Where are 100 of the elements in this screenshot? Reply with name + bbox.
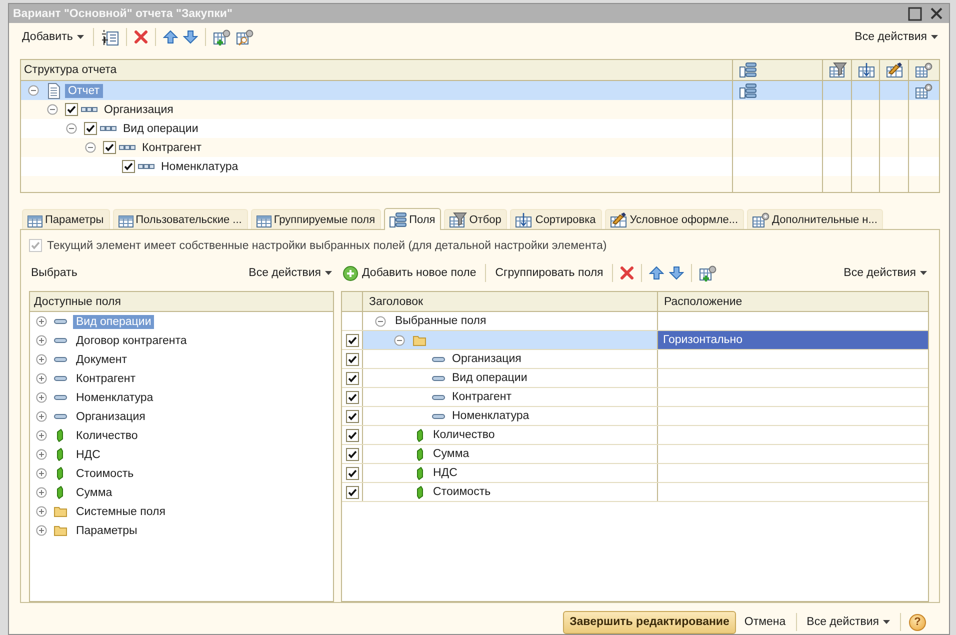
- column-header: Заголовок: [369, 296, 424, 308]
- collapse-icon[interactable]: [66, 123, 77, 134]
- tree-item[interactable]: Контрагент: [139, 140, 204, 154]
- collapse-icon[interactable]: [28, 85, 39, 96]
- all-actions-button[interactable]: Все действия: [852, 29, 940, 45]
- placement-cell[interactable]: Горизонтально: [658, 331, 928, 349]
- checkbox[interactable]: [346, 410, 358, 422]
- expand-icon[interactable]: [36, 449, 47, 460]
- tab[interactable]: Отбор: [444, 209, 508, 229]
- down-arrow-icon[interactable]: [669, 266, 684, 280]
- table-brush-icon: [610, 212, 628, 228]
- expand-icon[interactable]: [36, 392, 47, 403]
- tab[interactable]: Дополнительные н...: [747, 209, 884, 229]
- plus-icon: [343, 266, 358, 280]
- field-item[interactable]: Договор контрагента: [73, 334, 190, 348]
- field-icon: [432, 356, 445, 362]
- expand-icon[interactable]: [36, 506, 47, 517]
- field-title: Выбранные поля: [394, 314, 488, 328]
- field-title: Номенклатура: [451, 409, 530, 423]
- expand-icon[interactable]: [36, 468, 47, 479]
- expand-icon[interactable]: [36, 335, 47, 346]
- checkbox[interactable]: [346, 334, 358, 346]
- checkbox-label: Текущий элемент имеет собственные настройки выбранных полей (для детальной настройки элемента): [47, 240, 607, 252]
- field-item[interactable]: Количество: [73, 428, 141, 442]
- tree-item[interactable]: Номенклатура: [158, 160, 242, 174]
- all-actions-button[interactable]: Все действия: [804, 614, 892, 630]
- checkbox[interactable]: [346, 448, 358, 460]
- maximize-icon[interactable]: [908, 6, 922, 20]
- tab[interactable]: Условное оформле...: [604, 209, 744, 229]
- grouping-icon: [81, 106, 98, 112]
- field-item[interactable]: Стоимость: [73, 466, 137, 480]
- help-button[interactable]: ?: [909, 614, 926, 630]
- expand-icon[interactable]: [36, 430, 47, 441]
- tree-item[interactable]: Организация: [101, 102, 176, 116]
- field-item[interactable]: Контрагент: [73, 372, 138, 386]
- window-title: Вариант "Основной" отчета "Закупки": [13, 8, 234, 20]
- folder-icon: [413, 334, 426, 346]
- add-field-button[interactable]: Добавить новое поле: [341, 264, 478, 282]
- tab[interactable]: Параметры: [22, 209, 110, 229]
- tab[interactable]: Пользовательские ...: [112, 209, 248, 229]
- table-gear-icon: [915, 62, 933, 78]
- document-icon: [46, 82, 62, 98]
- table-search-icon[interactable]: [236, 28, 254, 46]
- expand-icon[interactable]: [36, 487, 47, 498]
- checkbox[interactable]: [103, 141, 116, 154]
- field-title: Вид операции: [451, 371, 528, 385]
- collapse-icon[interactable]: [47, 104, 58, 115]
- field-item[interactable]: Системные поля: [73, 504, 168, 518]
- add-table-icon[interactable]: [699, 264, 718, 282]
- checkbox[interactable]: [346, 428, 358, 442]
- down-arrow-icon[interactable]: [182, 30, 198, 44]
- checkbox[interactable]: [346, 352, 358, 366]
- field-item[interactable]: Документ: [73, 352, 130, 366]
- field-icon: [54, 319, 66, 324]
- list-icon: [739, 82, 757, 98]
- expand-icon[interactable]: [36, 525, 47, 536]
- grouping-icon: [119, 144, 136, 150]
- up-arrow-icon[interactable]: [162, 30, 178, 44]
- collapse-icon[interactable]: [85, 142, 96, 153]
- checkbox[interactable]: [346, 466, 358, 480]
- checkbox[interactable]: [84, 122, 97, 135]
- cancel-button[interactable]: Отмена: [742, 614, 788, 630]
- tab[interactable]: Сортировка: [510, 209, 602, 229]
- up-arrow-icon[interactable]: [649, 266, 664, 280]
- collapse-icon[interactable]: [394, 334, 405, 346]
- checkbox[interactable]: [346, 372, 358, 384]
- checkbox[interactable]: [346, 390, 358, 404]
- all-actions-button[interactable]: Все действия: [842, 265, 929, 281]
- all-actions-button[interactable]: Все действия: [246, 265, 334, 281]
- select-button[interactable]: Выбрать: [29, 265, 80, 281]
- field-item[interactable]: Сумма: [73, 486, 116, 500]
- add-button[interactable]: Добавить: [20, 29, 86, 45]
- tab[interactable]: Группируемые поля: [250, 209, 382, 229]
- field-item[interactable]: НДС: [73, 448, 104, 462]
- close-icon[interactable]: [930, 7, 943, 20]
- field-icon: [54, 338, 66, 343]
- caret-icon: [931, 35, 938, 39]
- field-item[interactable]: Организация: [73, 410, 148, 424]
- checkbox[interactable]: [65, 103, 78, 116]
- field-item[interactable]: Номенклатура: [73, 390, 156, 404]
- checkbox[interactable]: [122, 160, 135, 173]
- expand-icon[interactable]: [36, 316, 47, 327]
- group-fields-button[interactable]: Сгруппировать поля: [493, 265, 606, 281]
- checkbox[interactable]: [346, 486, 358, 498]
- tree-item[interactable]: Вид операции: [120, 122, 202, 136]
- add-row-icon[interactable]: [100, 28, 119, 46]
- list-icon: [389, 212, 408, 228]
- expand-icon[interactable]: [36, 411, 47, 422]
- add-table-icon[interactable]: [212, 28, 231, 46]
- field-icon: [54, 414, 66, 419]
- expand-icon[interactable]: [36, 354, 47, 365]
- field-item[interactable]: Параметры: [73, 524, 140, 538]
- tab[interactable]: Поля: [384, 208, 442, 230]
- collapse-icon[interactable]: [375, 316, 386, 326]
- finish-editing-button[interactable]: Завершить редактирование: [562, 610, 736, 634]
- expand-icon[interactable]: [36, 373, 47, 384]
- delete-icon[interactable]: [134, 30, 148, 44]
- field-title: Контрагент: [451, 390, 512, 404]
- delete-icon[interactable]: [620, 266, 634, 280]
- resource-icon: [57, 486, 63, 499]
